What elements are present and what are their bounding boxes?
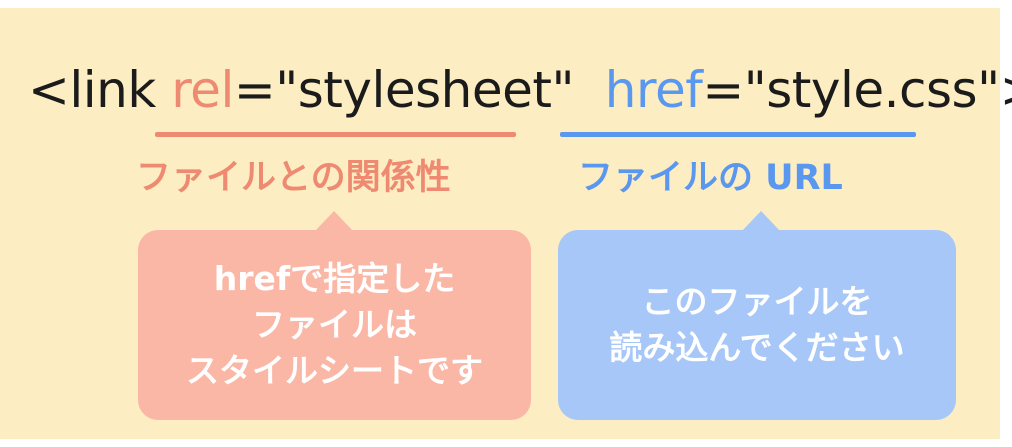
href-underline bbox=[560, 132, 916, 137]
link-tag-code: <link rel="stylesheet" href="style.css"> bbox=[28, 60, 1012, 120]
href-bubble-tail bbox=[742, 211, 780, 231]
diagram-canvas: <link rel="stylesheet" href="style.css">… bbox=[0, 8, 1012, 439]
rel-attribute-value: ="stylesheet" bbox=[233, 61, 575, 119]
rel-bubble-line-3: スタイルシートです bbox=[186, 351, 483, 390]
rel-caption: ファイルとの関係性 bbox=[136, 158, 451, 198]
code-gap bbox=[574, 61, 605, 119]
rel-underline bbox=[155, 132, 516, 137]
href-bubble-line-2: 読み込んでください bbox=[609, 328, 905, 367]
tag-open: <link bbox=[28, 61, 172, 119]
rel-speech-bubble: hrefで指定した ファイルは スタイルシートです bbox=[138, 211, 531, 420]
href-attribute-name: href bbox=[604, 61, 703, 119]
rel-attribute-name: rel bbox=[171, 61, 234, 119]
href-speech-bubble: このファイルを 読み込んでください bbox=[558, 211, 956, 420]
href-attribute-value: ="style.css"> bbox=[702, 61, 1012, 119]
href-bubble-text: このファイルを 読み込んでください bbox=[609, 279, 904, 371]
rel-bubble-line-2: ファイルは bbox=[252, 305, 417, 344]
rel-bubble-line-1: hrefで指定した bbox=[213, 259, 456, 298]
rel-bubble-text: hrefで指定した ファイルは スタイルシートです bbox=[186, 256, 483, 394]
href-bubble-line-1: このファイルを bbox=[641, 282, 873, 321]
href-caption: ファイルの URL bbox=[578, 158, 843, 198]
rel-bubble-tail bbox=[315, 211, 353, 231]
